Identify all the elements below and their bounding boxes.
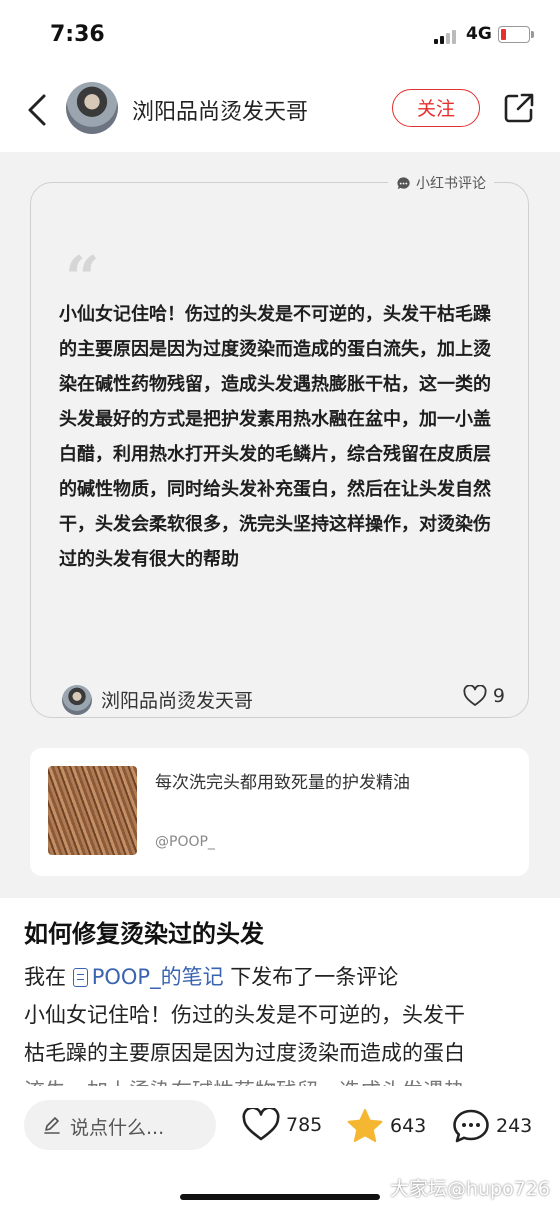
note-link[interactable]: POOP_的笔记 bbox=[72, 965, 224, 989]
like-count: 785 bbox=[286, 1114, 323, 1136]
signal-icon bbox=[434, 28, 460, 44]
comment-bubble-icon bbox=[397, 176, 410, 189]
like-button[interactable]: 785 bbox=[242, 1108, 322, 1142]
home-indicator[interactable] bbox=[180, 1194, 380, 1200]
comment-footer: 浏阳品尚烫发天哥 9 bbox=[59, 681, 505, 721]
comment-icon bbox=[453, 1109, 489, 1143]
star-icon bbox=[347, 1109, 383, 1142]
author-name[interactable]: 浏阳品尚烫发天哥 bbox=[132, 94, 308, 126]
comment-like-count: 9 bbox=[492, 685, 505, 707]
comment-count: 243 bbox=[496, 1115, 533, 1137]
comment-author-name: 浏阳品尚烫发天哥 bbox=[101, 690, 254, 712]
post-line-2: 枯毛躁的主要原因是因为过度烫染而造成的蛋白 bbox=[24, 1041, 465, 1065]
header: 浏阳品尚烫发天哥 关注 bbox=[0, 70, 560, 150]
comment-button[interactable]: 243 bbox=[452, 1108, 532, 1144]
collect-button[interactable]: 643 bbox=[346, 1108, 426, 1144]
battery-icon bbox=[498, 26, 534, 43]
comment-text: 小仙女记住哈！伤过的头发是不可逆的，头发干枯毛躁的主要原因是因为过度烫染而造成的… bbox=[59, 304, 491, 570]
watermark: 大家坛@hupo726 bbox=[389, 1178, 550, 1200]
comment-source-tag: 小红书评论 bbox=[388, 173, 494, 193]
comment-author-avatar bbox=[62, 685, 92, 715]
note-title: 每次洗完头都用致死量的护发精油 bbox=[155, 773, 410, 793]
status-bar: 7:36 4G bbox=[0, 0, 560, 70]
intro-prefix: 我在 bbox=[24, 965, 66, 989]
back-arrow-icon[interactable] bbox=[24, 92, 54, 128]
comment-input-placeholder: 说点什么... bbox=[70, 1117, 165, 1139]
linked-note-card[interactable]: 每次洗完头都用致死量的护发精油 @POOP_ bbox=[30, 748, 529, 876]
post-line-1: 小仙女记住哈！伤过的头发是不可逆的，头发干 bbox=[24, 1003, 465, 1027]
note-icon bbox=[72, 968, 88, 987]
comment-card: 小红书评论 “ 小仙女记住哈！伤过的头发是不可逆的，头发干枯毛躁的主要原因是因为… bbox=[30, 173, 529, 721]
comment-source-label: 小红书评论 bbox=[416, 176, 486, 192]
heart-icon bbox=[463, 685, 487, 706]
pencil-icon bbox=[44, 1117, 60, 1134]
heart-icon bbox=[242, 1108, 280, 1141]
image-area: 小红书评论 “ 小仙女记住哈！伤过的头发是不可逆的，头发干枯毛躁的主要原因是因为… bbox=[0, 152, 560, 898]
note-user: @POOP_ bbox=[155, 834, 215, 850]
note-link-label: POOP_的笔记 bbox=[91, 965, 224, 989]
intro-suffix: 下发布了一条评论 bbox=[223, 965, 399, 989]
status-time: 7:36 bbox=[50, 22, 105, 47]
author-avatar[interactable] bbox=[66, 82, 118, 134]
comment-like: 9 bbox=[463, 685, 505, 707]
collect-count: 643 bbox=[390, 1115, 427, 1137]
post-title: 如何修复烫染过的头发 bbox=[24, 920, 264, 948]
comment-input[interactable]: 说点什么... bbox=[24, 1100, 216, 1150]
bottom-bar: 说点什么... 785 643 243 大家坛@hupo726 bbox=[0, 1086, 560, 1212]
note-thumbnail bbox=[48, 766, 137, 855]
network-label: 4G bbox=[466, 24, 492, 44]
share-icon[interactable] bbox=[503, 92, 535, 124]
post-intro-line: 我在 POOP_的笔记 下发布了一条评论 bbox=[24, 958, 524, 996]
follow-button[interactable]: 关注 bbox=[392, 89, 480, 127]
